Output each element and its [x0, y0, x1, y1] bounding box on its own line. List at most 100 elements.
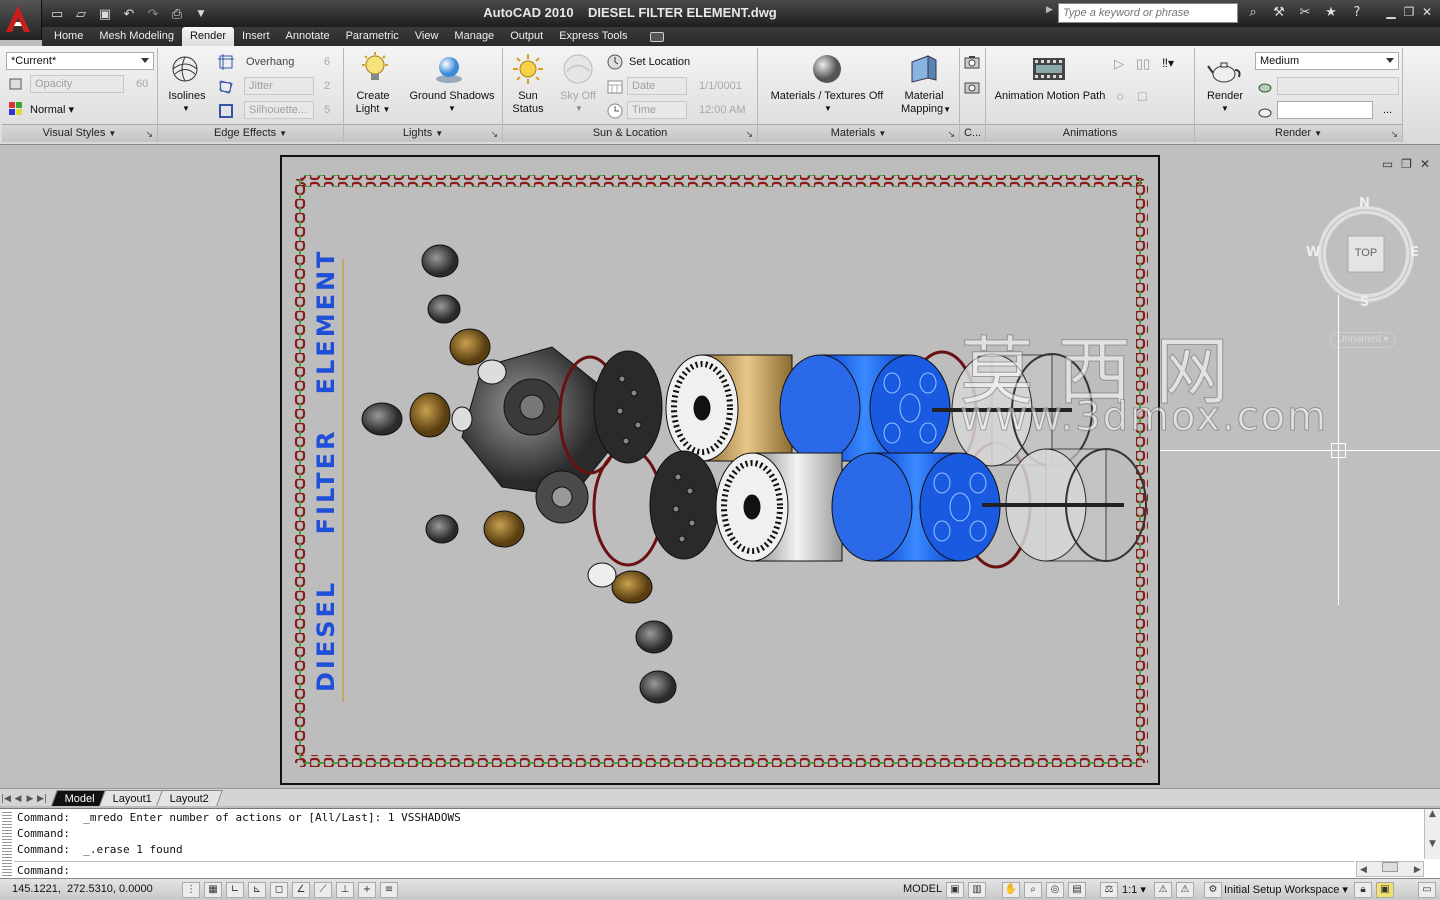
communication-icon[interactable]: ✂	[1294, 4, 1316, 22]
dyn-icon[interactable]: +	[358, 882, 376, 898]
animations-panel-title[interactable]: Animations	[986, 124, 1194, 142]
viewport-minimize-icon[interactable]: ▭	[1382, 157, 1393, 171]
infer-constraints-icon[interactable]: ⋮	[182, 882, 200, 898]
create-light-icon[interactable]	[358, 52, 392, 86]
render-browse-button[interactable]: ...	[1383, 104, 1392, 116]
tab-render[interactable]: Render	[181, 27, 235, 46]
material-mapping-label-1[interactable]: Material	[896, 90, 952, 102]
ortho-icon[interactable]: ⊾	[248, 882, 266, 898]
osnap-icon[interactable]: ∠	[292, 882, 310, 898]
ducs-icon[interactable]: ⊥	[336, 882, 354, 898]
camera-icon[interactable]	[964, 54, 980, 70]
sun-status-label-2[interactable]: Status	[507, 103, 549, 115]
jitter-value[interactable]: 2	[324, 80, 330, 92]
sun-status-label-1[interactable]: Sun	[507, 90, 549, 102]
viewcube-face-top[interactable]: TOP	[1348, 247, 1384, 259]
compass-west[interactable]: W	[1306, 245, 1320, 260]
steering-wheel-icon[interactable]: ◎	[1046, 882, 1064, 898]
viewport-restore-icon[interactable]: ❐	[1401, 157, 1412, 171]
print-icon[interactable]: ⎙	[166, 4, 188, 24]
sky-off-icon[interactable]	[561, 52, 595, 86]
tab-view[interactable]: View	[407, 27, 447, 46]
silhouette-value[interactable]: 5	[324, 104, 330, 116]
isolines-label[interactable]: Isolines	[164, 90, 210, 102]
polar-icon[interactable]: ◻	[270, 882, 288, 898]
sky-off-label[interactable]: Sky Off	[555, 90, 601, 102]
next-layout-icon[interactable]: ▶	[24, 792, 36, 806]
hardware-acceleration-icon[interactable]: ▣	[1376, 882, 1394, 898]
compass-east[interactable]: E	[1410, 245, 1419, 260]
overhang-value[interactable]: 6	[324, 56, 330, 68]
isolines-dropdown-icon[interactable]: ▼	[182, 104, 190, 113]
render-label[interactable]: Render	[1201, 90, 1249, 102]
scroll-up-icon[interactable]: ▲	[1425, 809, 1440, 819]
camera-panel-title[interactable]: C...	[960, 124, 985, 142]
visual-styles-panel-title[interactable]: Visual Styles ▼ ↘	[2, 124, 157, 142]
tab-layout2[interactable]: Layout2	[156, 790, 224, 806]
materials-dropdown-icon[interactable]: ▼	[824, 104, 832, 113]
material-mapping-icon[interactable]	[906, 52, 940, 86]
model-space-toggle[interactable]: MODEL	[903, 883, 942, 895]
motion-path-film-icon[interactable]	[1032, 52, 1066, 86]
first-layout-icon[interactable]: |◀	[0, 792, 12, 806]
jitter-field[interactable]: Jitter	[244, 77, 314, 95]
ucs-menu[interactable]: Unnamed ▾	[1330, 332, 1396, 348]
render-teapot-icon[interactable]	[1207, 54, 1241, 88]
face-style-dropdown[interactable]: Normal ▾	[30, 103, 74, 116]
snap-icon[interactable]: ∟	[226, 882, 244, 898]
pan-icon[interactable]: ✋	[1002, 882, 1020, 898]
render-quality-select[interactable]: Medium	[1255, 52, 1399, 70]
scroll-left-icon[interactable]: ◀	[1360, 865, 1367, 875]
time-slider[interactable]: Time	[627, 101, 687, 119]
tab-mesh-modeling[interactable]: Mesh Modeling	[91, 27, 182, 46]
search-input[interactable]	[1058, 3, 1238, 23]
compass-south[interactable]: S	[1360, 295, 1369, 310]
last-layout-icon[interactable]: ▶|	[36, 792, 48, 806]
sun-status-icon[interactable]	[511, 52, 545, 86]
application-menu-button[interactable]	[0, 0, 42, 40]
close-icon[interactable]: ✕	[1420, 4, 1434, 20]
favorites-star-icon[interactable]: ★	[1320, 4, 1342, 22]
materials-panel-title[interactable]: Materials ▼ ↘	[758, 124, 959, 142]
workspace-switcher[interactable]: Initial Setup Workspace ▾	[1224, 883, 1348, 896]
tab-parametric[interactable]: Parametric	[338, 27, 407, 46]
tab-annotate[interactable]: Annotate	[278, 27, 338, 46]
render-panel-title[interactable]: Render ▼ ↘	[1195, 124, 1402, 142]
otrack-icon[interactable]: ⟋	[314, 882, 332, 898]
open-file-icon[interactable]: ▱	[70, 4, 92, 24]
render-output-path[interactable]	[1277, 101, 1373, 119]
opacity-icon[interactable]	[8, 76, 24, 92]
materials-textures-label[interactable]: Materials / Textures Off	[760, 90, 894, 102]
tab-express-tools[interactable]: Express Tools	[551, 27, 635, 46]
sun-dialog-launcher-icon[interactable]: ↘	[745, 126, 753, 143]
drawing-viewport[interactable]: DIESEL FILTER ELEMENT 莫 西 网 www.3dmox.co…	[0, 147, 1440, 787]
prev-layout-icon[interactable]: ◀	[12, 792, 24, 806]
command-input[interactable]: Command:	[14, 861, 1354, 878]
sun-location-panel-title[interactable]: Sun & Location ↘	[503, 124, 757, 142]
lights-dialog-launcher-icon[interactable]: ↘	[490, 126, 498, 143]
help-icon[interactable]: ?	[1346, 4, 1368, 22]
qat-dropdown-icon[interactable]: ▼	[190, 4, 212, 24]
jitter-icon[interactable]	[218, 79, 234, 95]
minimize-icon[interactable]: ▁	[1384, 4, 1398, 20]
auto-scale-icon[interactable]: ⚠	[1176, 882, 1194, 898]
material-mapping-label-2[interactable]: Mapping▼	[896, 103, 956, 115]
coordinate-readout[interactable]: 145.1221, 272.5310, 0.0000	[12, 883, 153, 895]
isolines-icon[interactable]	[170, 54, 200, 84]
render-slider[interactable]	[1277, 77, 1399, 95]
sky-off-dropdown-icon[interactable]: ▼	[575, 104, 583, 113]
layout-view-icon[interactable]: ▣	[946, 882, 964, 898]
camera-adjust-icon[interactable]	[964, 79, 980, 95]
visual-style-select[interactable]: *Current*	[6, 52, 154, 70]
animation-motion-path-label[interactable]: Animation Motion Path	[990, 90, 1110, 102]
opacity-slider[interactable]: Opacity	[30, 75, 124, 93]
search-expand-icon[interactable]: ▶	[1046, 5, 1056, 21]
command-hscrollbar[interactable]: ◀ ▶	[1356, 861, 1424, 877]
date-value[interactable]: 1/1/0001	[699, 80, 742, 92]
dialog-launcher-icon[interactable]: ↘	[145, 126, 153, 143]
command-window-grip[interactable]	[2, 812, 12, 876]
scroll-right-icon[interactable]: ▶	[1414, 865, 1421, 875]
annotation-visibility-icon[interactable]: ⚠	[1154, 882, 1172, 898]
toolbar-lock-icon[interactable]: 🔒︎	[1354, 882, 1372, 898]
silhouette-field[interactable]: Silhouette...	[244, 101, 314, 119]
